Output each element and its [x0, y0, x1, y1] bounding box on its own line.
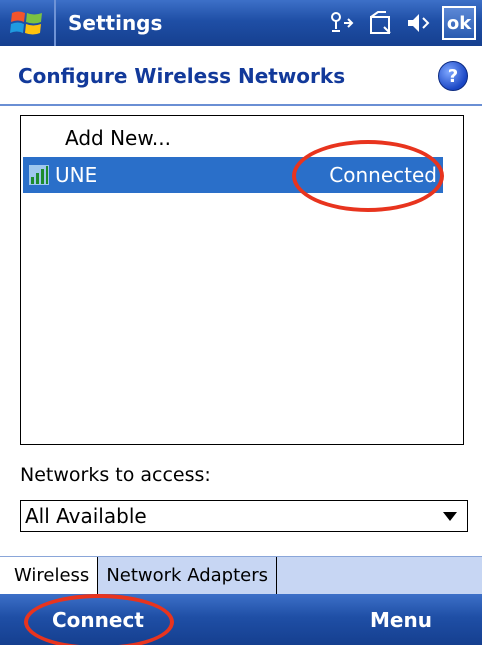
page-title: Configure Wireless Networks — [18, 64, 346, 88]
windows-logo-icon — [10, 11, 42, 35]
battery-icon[interactable] — [366, 9, 394, 37]
softkey-bar: Connect Menu — [0, 594, 482, 645]
connect-softkey[interactable]: Connect — [52, 608, 144, 632]
menu-softkey[interactable]: Menu — [370, 608, 432, 632]
wireless-network-list[interactable]: Add New... UNE Connected — [20, 115, 464, 445]
wireless-network-icon — [29, 165, 49, 185]
volume-icon[interactable] — [404, 9, 432, 37]
header-divider — [0, 104, 482, 106]
connectivity-icon[interactable] — [328, 9, 356, 37]
title-bar: Settings ok — [0, 0, 482, 46]
chevron-down-icon[interactable] — [443, 511, 457, 521]
list-item-add-new[interactable]: Add New... — [21, 119, 463, 157]
tab-bar: Wireless Network Adapters — [0, 556, 482, 594]
tab-bar-fill — [277, 557, 482, 594]
list-item-une[interactable]: UNE Connected — [23, 157, 443, 193]
start-button[interactable] — [0, 0, 56, 46]
tab-network-adapters[interactable]: Network Adapters — [98, 557, 277, 594]
add-new-label: Add New... — [65, 126, 171, 150]
ok-button[interactable]: ok — [442, 6, 476, 40]
networks-to-access-label: Networks to access: — [20, 464, 211, 486]
access-selected-value: All Available — [25, 504, 147, 528]
window-title: Settings — [68, 11, 163, 35]
network-status: Connected — [329, 163, 437, 187]
tab-wireless[interactable]: Wireless — [0, 557, 99, 594]
help-icon[interactable]: ? — [438, 61, 468, 91]
networks-to-access-select[interactable]: All Available — [20, 500, 468, 532]
page-header: Configure Wireless Networks ? — [0, 46, 482, 106]
network-name: UNE — [55, 163, 98, 187]
